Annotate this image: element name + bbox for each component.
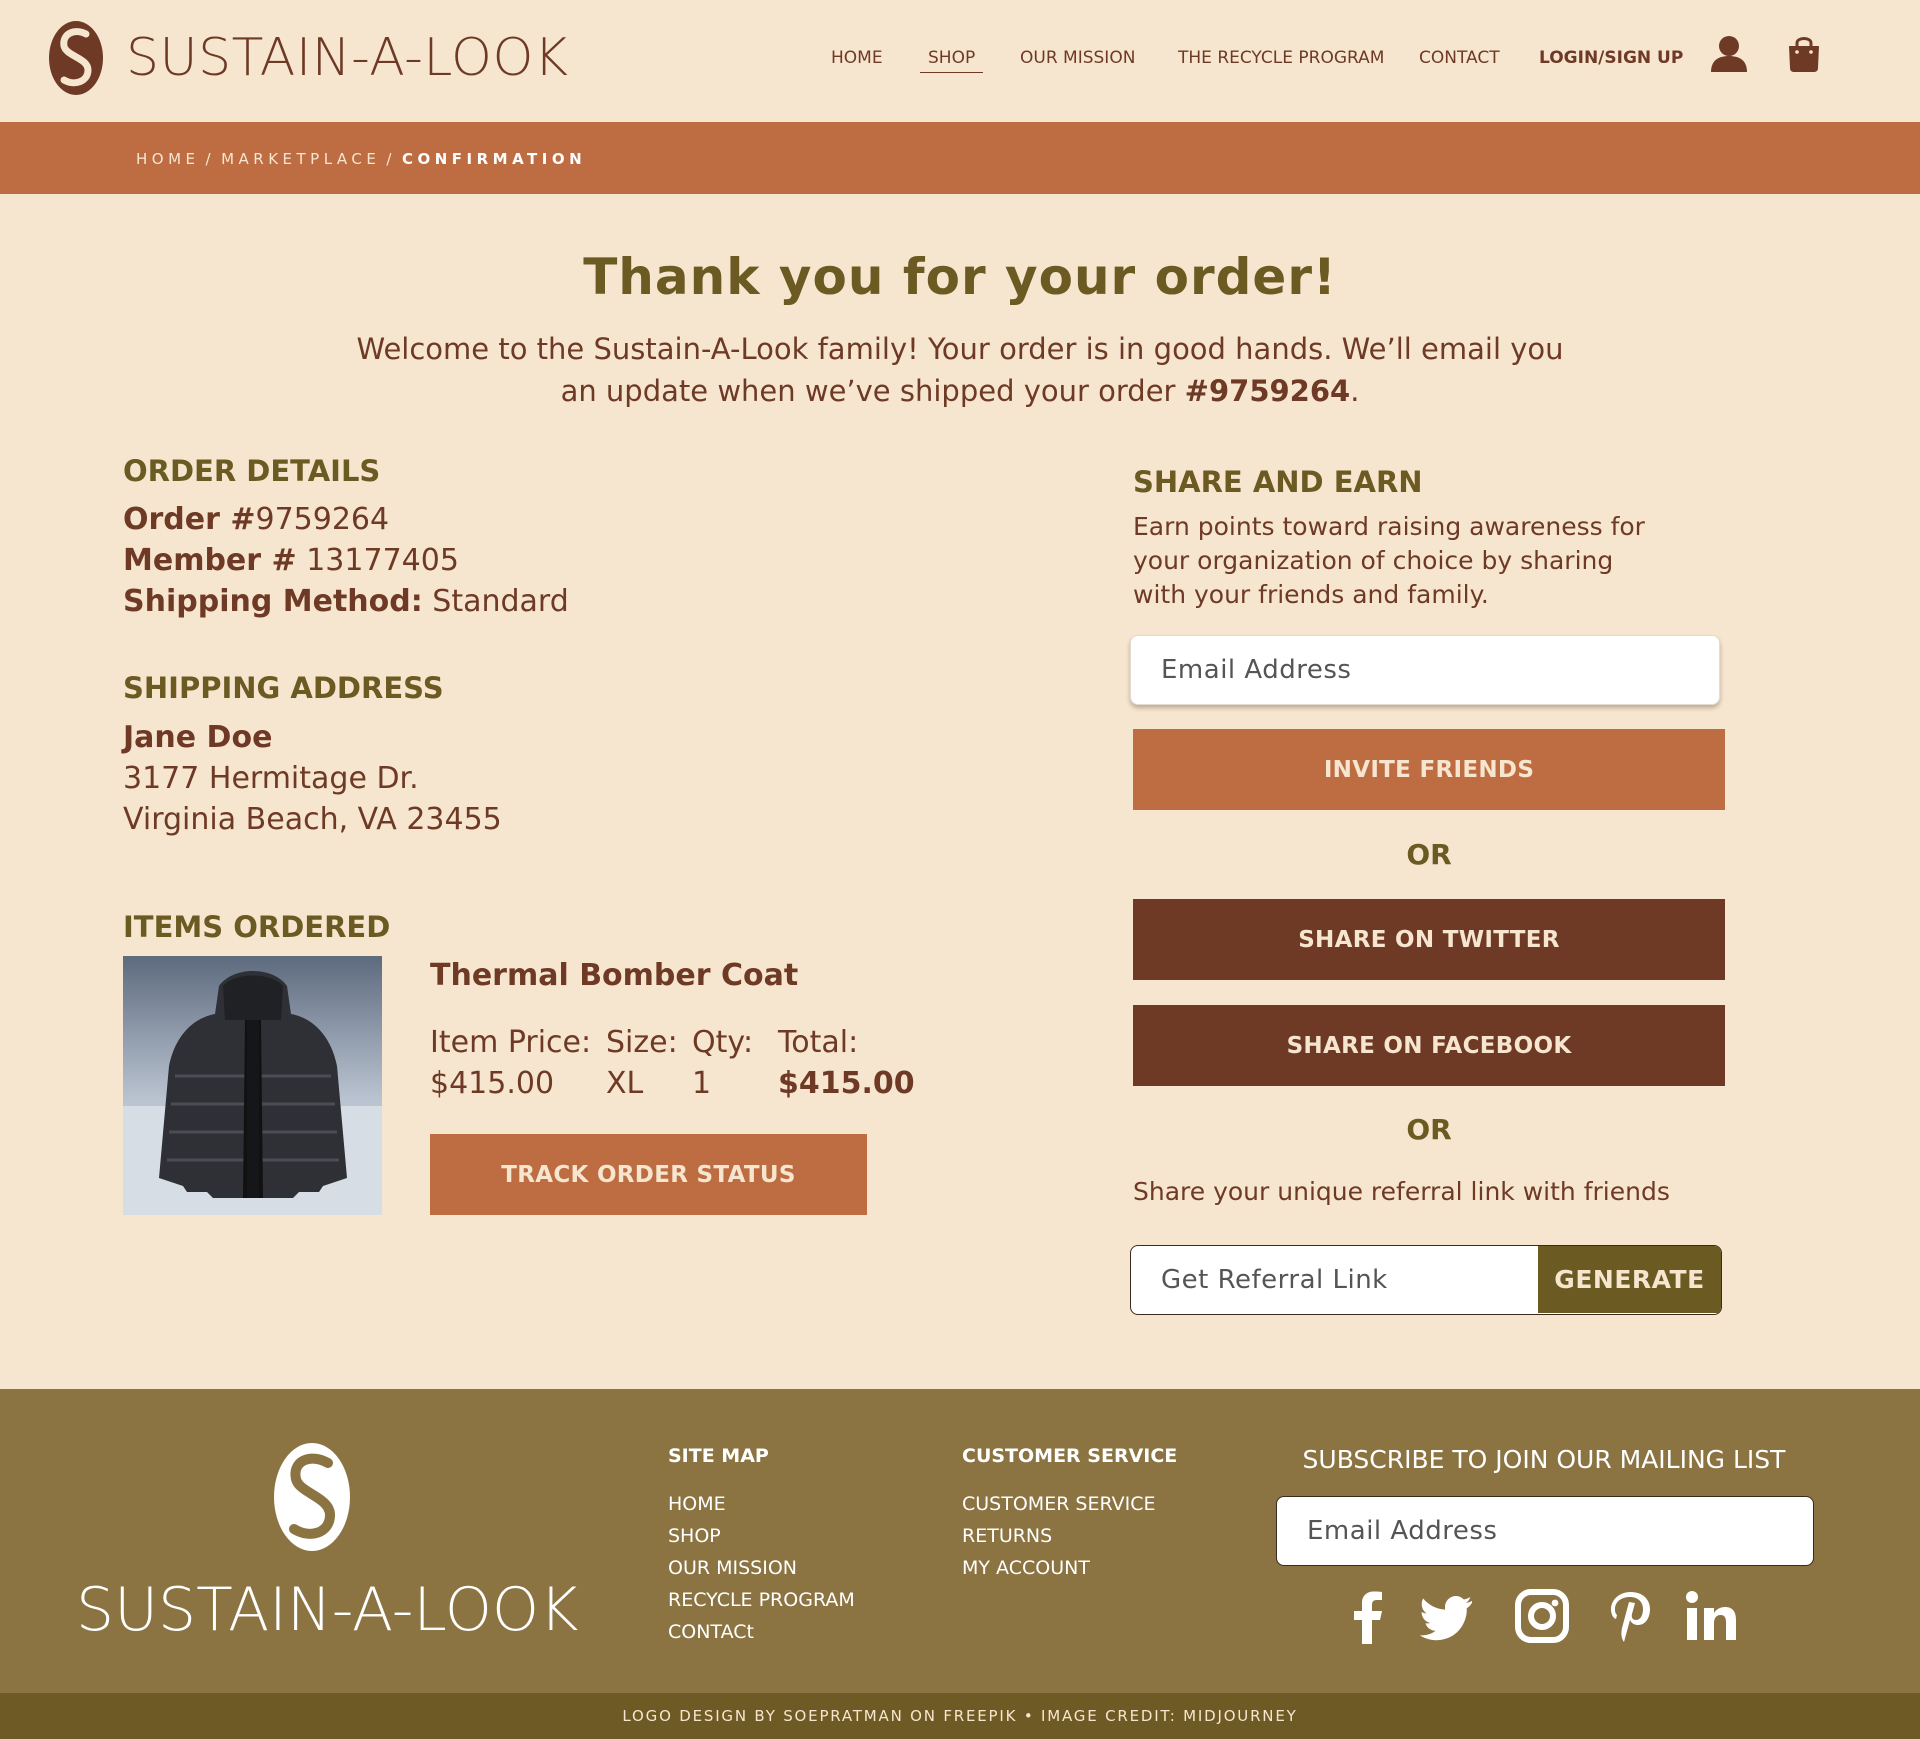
logo-s-icon [49,21,103,95]
or-divider: OR [1406,838,1452,871]
share-description: Earn points toward raising awareness for… [1133,512,1645,609]
subscribe-heading: SUBSCRIBE TO JOIN OUR MAILING LIST [1302,1445,1786,1474]
item-size-value: XL [606,1066,644,1101]
address-street: 3177 Hermitage Dr. [123,761,419,796]
item-price-value: $415.00 [430,1066,555,1101]
nav-contact[interactable]: CONTACT [1419,48,1500,68]
breadcrumb-separator: / [205,150,216,168]
confirmation-line-2: an update when we’ve shipped your order [560,374,1185,408]
member-number-label: Member # [123,543,297,578]
customer-service-heading: CUSTOMER SERVICE [962,1445,1178,1467]
member-number-value: 13177405 [306,543,459,578]
item-size-label: Size: [606,1025,678,1060]
order-reference: #9759264 [1184,374,1351,408]
share-on-twitter-button[interactable]: SHARE ON TWITTER [1133,899,1725,980]
item-price-column: Item Price: $415.00 [430,1022,591,1104]
breadcrumb-bar: HOME / MARKETPLACE / CONFIRMATION [0,122,1920,194]
invite-friends-button[interactable]: INVITE FRIENDS [1133,729,1725,810]
nav-login-signup[interactable]: LOGIN/SIGN UP [1539,48,1683,68]
brand-logo[interactable]: SUSTAIN-A-LOOK [48,20,569,96]
breadcrumb: HOME / MARKETPLACE / CONFIRMATION [136,150,586,168]
footer-link-home[interactable]: HOME [668,1493,726,1515]
items-ordered-heading: ITEMS ORDERED [123,910,391,944]
product-name[interactable]: Thermal Bomber Coat [430,958,798,993]
item-total-value: $415.00 [778,1066,915,1101]
order-number: Order #9759264 [123,502,389,537]
nav-shop[interactable]: SHOP [920,48,984,73]
credits-text: LOGO DESIGN BY SOEPRATMAN ON FREEPIK • I… [622,1707,1298,1725]
share-on-facebook-button[interactable]: SHARE ON FACEBOOK [1133,1005,1725,1086]
item-qty-column: Qty: 1 [692,1022,753,1104]
newsletter-email-input[interactable]: Email Address [1276,1496,1814,1566]
or-divider: OR [1406,1113,1452,1146]
item-size-column: Size: XL [606,1022,678,1104]
breadcrumb-home[interactable]: HOME [136,150,200,168]
brand-name: SUSTAIN-A-LOOK [126,28,569,88]
address-city-state-zip: Virginia Beach, VA 23455 [123,802,502,837]
breadcrumb-separator: / [386,150,396,168]
shipping-method-value: Standard [432,584,569,619]
nav-our-mission[interactable]: OUR MISSION [1020,48,1135,68]
facebook-icon[interactable] [1340,1586,1396,1646]
order-details-heading: ORDER DETAILS [123,454,381,488]
nav-home[interactable]: HOME [831,48,883,68]
nav-recycle-program[interactable]: THE RECYCLE PROGRAM [1178,48,1384,68]
footer-link-contact[interactable]: CONTACt [668,1621,754,1643]
product-image [123,956,382,1215]
confirmation-period: . [1350,374,1360,408]
item-price-label: Item Price: [430,1025,592,1060]
order-number-value: 9759264 [255,502,390,537]
shopping-bag-icon[interactable] [1784,34,1824,74]
recipient-name: Jane Doe [123,720,273,755]
footer-logo-s-icon [274,1443,350,1551]
referral-text: Share your unique referral link with fri… [1133,1177,1670,1206]
breadcrumb-current: CONFIRMATION [401,150,587,168]
item-total-column: Total: $415.00 [778,1022,915,1104]
page-title: Thank you for your order! [583,248,1337,306]
referral-link-group: Get Referral Link GENERATE [1130,1245,1722,1315]
footer-link-shop[interactable]: SHOP [668,1525,721,1547]
item-qty-value: 1 [692,1066,712,1101]
item-total-label: Total: [778,1025,859,1060]
footer-link-our-mission[interactable]: OUR MISSION [668,1557,797,1579]
user-icon[interactable] [1709,34,1749,74]
breadcrumb-marketplace[interactable]: MARKETPLACE [221,150,380,168]
confirmation-message: Welcome to the Sustain-A-Look family! Yo… [340,328,1580,412]
footer-link-customer-service[interactable]: CUSTOMER SERVICE [962,1493,1156,1515]
footer-brand-name: SUSTAIN-A-LOOK [76,1575,579,1645]
linkedin-icon[interactable] [1683,1586,1739,1646]
site-footer: SUSTAIN-A-LOOK SITE MAP HOME SHOP OUR MI… [0,1389,1920,1693]
credits-bar: LOGO DESIGN BY SOEPRATMAN ON FREEPIK • I… [0,1693,1920,1739]
order-number-label: Order # [123,502,256,537]
share-email-input[interactable]: Email Address [1130,635,1720,705]
member-number: Member # 13177405 [123,543,459,578]
instagram-icon[interactable] [1514,1586,1570,1646]
footer-link-returns[interactable]: RETURNS [962,1525,1052,1547]
pinterest-icon[interactable] [1600,1586,1656,1646]
share-and-earn-heading: SHARE AND EARN [1133,465,1423,499]
track-order-status-button[interactable]: TRACK ORDER STATUS [430,1134,867,1215]
footer-link-my-account[interactable]: MY ACCOUNT [962,1557,1090,1579]
shipping-method-label: Shipping Method: [123,584,423,619]
shipping-address-heading: SHIPPING ADDRESS [123,671,444,705]
generate-button[interactable]: GENERATE [1538,1246,1721,1313]
site-map-heading: SITE MAP [668,1445,769,1467]
footer-link-recycle-program[interactable]: RECYCLE PROGRAM [668,1589,855,1611]
site-header: SUSTAIN-A-LOOK HOME SHOP OUR MISSION THE… [0,0,1920,122]
twitter-icon[interactable] [1420,1586,1476,1646]
shipping-method: Shipping Method: Standard [123,584,569,619]
item-qty-label: Qty: [692,1025,754,1060]
referral-link-input[interactable]: Get Referral Link [1131,1246,1539,1313]
confirmation-line-1: Welcome to the Sustain-A-Look family! Yo… [356,332,1564,366]
